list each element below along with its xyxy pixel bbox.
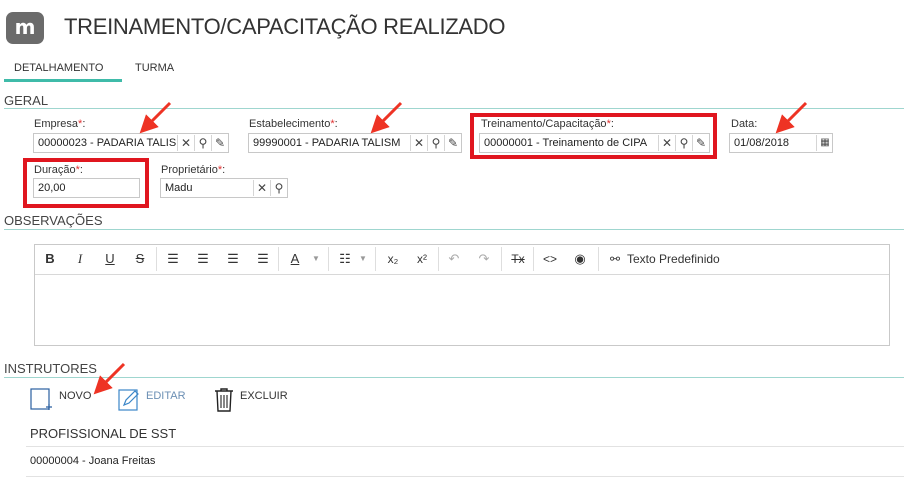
annotation-arrows <box>93 101 808 395</box>
